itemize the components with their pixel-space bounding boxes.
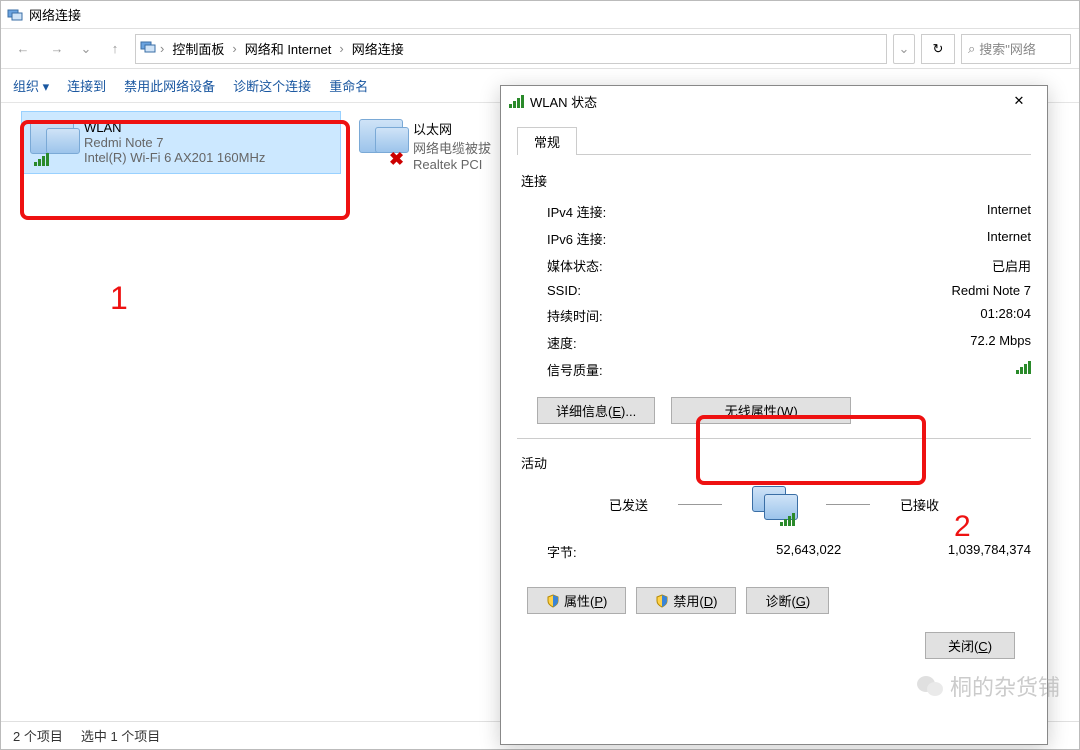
connection-name: WLAN — [84, 120, 265, 135]
signal-icon — [1016, 360, 1031, 374]
chevron-right-icon: › — [232, 41, 236, 56]
media-value: 已启用 — [992, 256, 1031, 275]
dialog-title: WLAN 状态 — [530, 92, 999, 111]
nav-recent-button[interactable]: ⌄ — [77, 35, 95, 63]
breadcrumb-seg[interactable]: 网络连接 — [348, 37, 408, 60]
ipv6-label: IPv6 连接: — [547, 229, 606, 248]
ipv6-value: Internet — [987, 229, 1031, 248]
signal-icon — [34, 152, 49, 166]
duration-value: 01:28:04 — [980, 306, 1031, 325]
activity-recv-label: 已接收 — [900, 495, 939, 514]
bytes-recv-value: 1,039,784,374 — [879, 542, 1031, 561]
breadcrumb-seg[interactable]: 网络和 Internet — [241, 37, 336, 60]
section-connection-label: 连接 — [521, 171, 1031, 190]
activity-diagram: 已发送 已接收 — [517, 486, 1031, 522]
connection-icon — [30, 120, 74, 164]
ssid-value: Redmi Note 7 — [952, 283, 1031, 298]
breadcrumb-dropdown-button[interactable]: ⌄ — [893, 34, 915, 64]
watermark: 桐的杂货铺 — [916, 670, 1060, 702]
nav-up-button[interactable]: ↑ — [101, 35, 129, 63]
diagnose-button[interactable]: 诊断(G) — [746, 587, 829, 614]
dialog-close-button[interactable]: ✕ — [999, 89, 1039, 113]
disconnected-x-icon: ✖ — [389, 149, 404, 170]
search-icon: ⌕ — [968, 41, 975, 57]
bytes-sent-value: 52,643,022 — [689, 542, 841, 561]
bytes-label: 字节: — [547, 542, 689, 561]
chevron-right-icon: › — [160, 41, 164, 56]
speed-label: 速度: — [547, 333, 577, 352]
shield-icon — [655, 594, 669, 608]
section-activity-label: 活动 — [521, 453, 1031, 472]
connection-text: 以太网 网络电缆被拔 Realtek PCI — [413, 119, 491, 172]
wireless-properties-button[interactable]: 无线属性(W) — [671, 397, 851, 424]
close-button[interactable]: 关闭(C) — [925, 632, 1015, 659]
search-input[interactable]: ⌕ 搜索"网络 — [961, 34, 1071, 64]
wlan-status-dialog: WLAN 状态 ✕ 常规 连接 IPv4 连接: Internet IPv6 连接… — [500, 85, 1048, 745]
disable-button[interactable]: 禁用(D) — [636, 587, 736, 614]
toolbar-organize[interactable]: 组织 ▾ — [13, 76, 49, 95]
details-button[interactable]: 详细信息(E)... — [537, 397, 655, 424]
window-title: 网络连接 — [29, 5, 81, 24]
connection-name: 以太网 — [413, 119, 491, 138]
ipv4-label: IPv4 连接: — [547, 202, 606, 221]
titlebar: 网络连接 — [1, 1, 1079, 29]
activity-computer-icon — [752, 486, 796, 522]
activity-sent-label: 已发送 — [609, 495, 648, 514]
nav-forward-button[interactable]: → — [43, 35, 71, 63]
duration-label: 持续时间: — [547, 306, 603, 325]
network-icon — [7, 7, 23, 23]
toolbar-connect-to[interactable]: 连接到 — [67, 76, 106, 95]
refresh-button[interactable]: ↻ — [921, 34, 955, 64]
connection-line3: Realtek PCI — [413, 157, 491, 172]
ipv4-value: Internet — [987, 202, 1031, 221]
quality-value — [1016, 360, 1031, 379]
ssid-label: SSID: — [547, 283, 581, 298]
watermark-text: 桐的杂货铺 — [950, 670, 1060, 702]
shield-icon — [546, 594, 560, 608]
media-label: 媒体状态: — [547, 256, 603, 275]
search-placeholder: 搜索"网络 — [979, 39, 1036, 58]
properties-button[interactable]: 属性(P) — [527, 587, 626, 614]
chevron-right-icon: › — [339, 41, 343, 56]
breadcrumb[interactable]: › 控制面板 › 网络和 Internet › 网络连接 — [135, 34, 887, 64]
connection-icon: ✖ — [359, 119, 403, 163]
status-item-count: 2 个项目 — [13, 726, 63, 745]
tab-general[interactable]: 常规 — [517, 127, 577, 155]
connection-text: WLAN Redmi Note 7 Intel(R) Wi-Fi 6 AX201… — [84, 120, 265, 165]
status-selected-count: 选中 1 个项目 — [81, 726, 160, 745]
toolbar-rename[interactable]: 重命名 — [329, 76, 368, 95]
tab-strip: 常规 — [517, 126, 1031, 155]
dialog-body: 常规 连接 IPv4 连接:Internet IPv6 连接:Internet … — [501, 116, 1047, 681]
toolbar-disable[interactable]: 禁用此网络设备 — [124, 76, 215, 95]
wechat-icon — [916, 674, 944, 698]
nav-back-button[interactable]: ← — [9, 35, 37, 63]
network-icon — [140, 39, 156, 58]
connection-item-wlan[interactable]: WLAN Redmi Note 7 Intel(R) Wi-Fi 6 AX201… — [21, 111, 341, 174]
connection-line2: Redmi Note 7 — [84, 135, 265, 150]
connection-line2: 网络电缆被拔 — [413, 138, 491, 157]
dialog-titlebar: WLAN 状态 ✕ — [501, 86, 1047, 116]
signal-icon — [509, 94, 524, 108]
breadcrumb-seg[interactable]: 控制面板 — [168, 37, 228, 60]
address-row: ← → ⌄ ↑ › 控制面板 › 网络和 Internet › 网络连接 ⌄ ↻… — [1, 29, 1079, 69]
speed-value: 72.2 Mbps — [970, 333, 1031, 352]
connection-line3: Intel(R) Wi-Fi 6 AX201 160MHz — [84, 150, 265, 165]
quality-label: 信号质量: — [547, 360, 603, 379]
toolbar-diagnose[interactable]: 诊断这个连接 — [233, 76, 311, 95]
